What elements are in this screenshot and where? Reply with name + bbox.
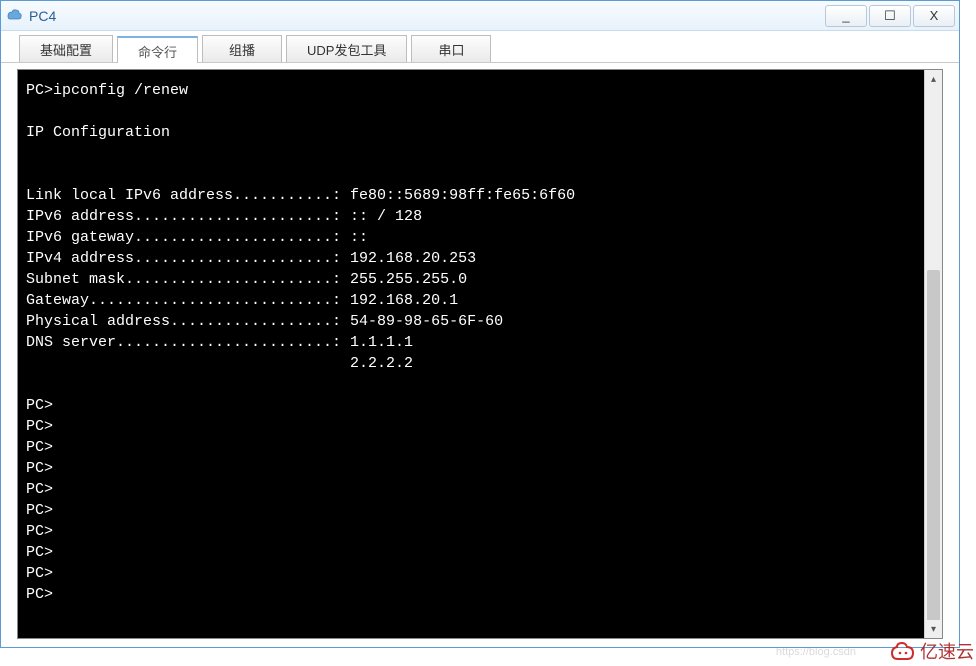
tab-multicast[interactable]: 组播 (202, 35, 282, 62)
window: PC4 _ ☐ X 基础配置 命令行 组播 UDP发包工具 串口 PC>ipco… (0, 0, 960, 648)
minimize-button[interactable]: _ (825, 5, 867, 27)
window-controls: _ ☐ X (825, 5, 955, 27)
content-area: PC>ipconfig /renew IP Configuration Link… (1, 63, 959, 645)
terminal-wrap: PC>ipconfig /renew IP Configuration Link… (17, 69, 943, 639)
titlebar: PC4 _ ☐ X (1, 1, 959, 31)
app-icon (5, 7, 23, 25)
scroll-up-icon[interactable]: ▴ (925, 70, 942, 88)
maximize-button[interactable]: ☐ (869, 5, 911, 27)
close-button[interactable]: X (913, 5, 955, 27)
scroll-down-icon[interactable]: ▾ (925, 620, 942, 638)
scroll-thumb[interactable] (927, 270, 940, 630)
tab-command-line[interactable]: 命令行 (117, 36, 198, 63)
tab-udp-tool[interactable]: UDP发包工具 (286, 35, 407, 62)
tab-basic-config[interactable]: 基础配置 (19, 35, 113, 62)
window-title: PC4 (29, 8, 825, 24)
scrollbar[interactable]: ▴ ▾ (924, 70, 942, 638)
tab-serial[interactable]: 串口 (411, 35, 491, 62)
tabs-bar: 基础配置 命令行 组播 UDP发包工具 串口 (1, 31, 959, 63)
terminal[interactable]: PC>ipconfig /renew IP Configuration Link… (18, 70, 924, 638)
